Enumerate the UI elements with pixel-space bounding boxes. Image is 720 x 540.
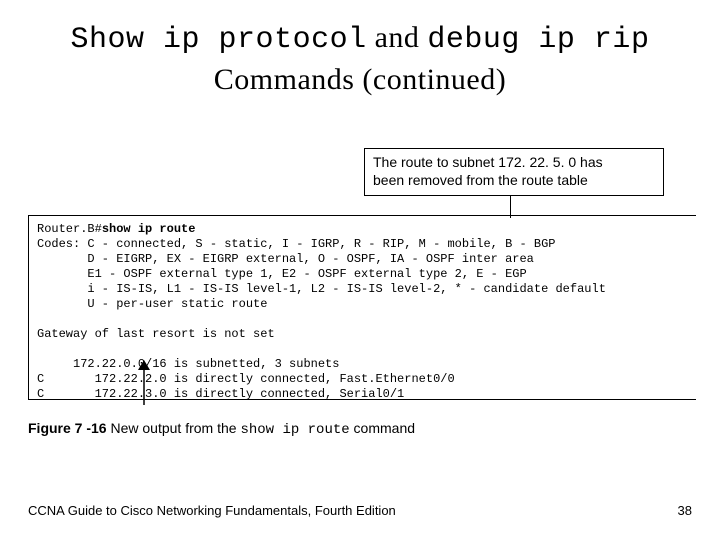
figure-caption: Figure 7 -16 New output from the show ip… [28, 420, 415, 438]
page-number: 38 [678, 503, 692, 518]
callout-line-2: been removed from the route table [373, 171, 655, 189]
term-l6: U - per-user static route [37, 297, 267, 311]
figure-caption-tail: command [350, 420, 415, 436]
term-l10: 172.22.0.0/16 is subnetted, 3 subnets [37, 357, 339, 371]
term-l3: D - EIGRP, EX - EIGRP external, O - OSPF… [37, 252, 534, 266]
callout-box: The route to subnet 172. 22. 5. 0 has be… [364, 148, 664, 196]
title-mono-1: Show ip protocol [71, 23, 367, 57]
term-l12: C 172.22.3.0 is directly connected, Seri… [37, 387, 404, 400]
term-prompt: Router.B# [37, 222, 102, 236]
callout-line-1: The route to subnet 172. 22. 5. 0 has [373, 153, 655, 171]
term-cmd: show ip route [102, 222, 196, 236]
term-l8: Gateway of last resort is not set [37, 327, 275, 341]
term-blank2 [37, 342, 44, 356]
figure-caption-lead: New output from the [107, 420, 241, 436]
term-l11: C 172.22.2.0 is directly connected, Fast… [37, 372, 455, 386]
term-l2: Codes: C - connected, S - static, I - IG… [37, 237, 555, 251]
term-l5: i - IS-IS, L1 - IS-IS level-1, L2 - IS-I… [37, 282, 606, 296]
title-rest: Commands (continued) [214, 63, 506, 96]
term-blank1 [37, 312, 44, 326]
footer-text: CCNA Guide to Cisco Networking Fundament… [28, 503, 692, 518]
title-mono-2: debug ip rip [427, 23, 649, 57]
figure-caption-mono: show ip route [240, 422, 349, 438]
terminal-output: Router.B#show ip route Codes: C - connec… [28, 215, 696, 400]
slide: Show ip protocol and debug ip rip Comman… [0, 0, 720, 540]
title-and: and [367, 21, 428, 54]
figure-number: Figure 7 -16 [28, 420, 107, 436]
term-l4: E1 - OSPF external type 1, E2 - OSPF ext… [37, 267, 527, 281]
slide-title: Show ip protocol and debug ip rip Comman… [0, 0, 720, 99]
